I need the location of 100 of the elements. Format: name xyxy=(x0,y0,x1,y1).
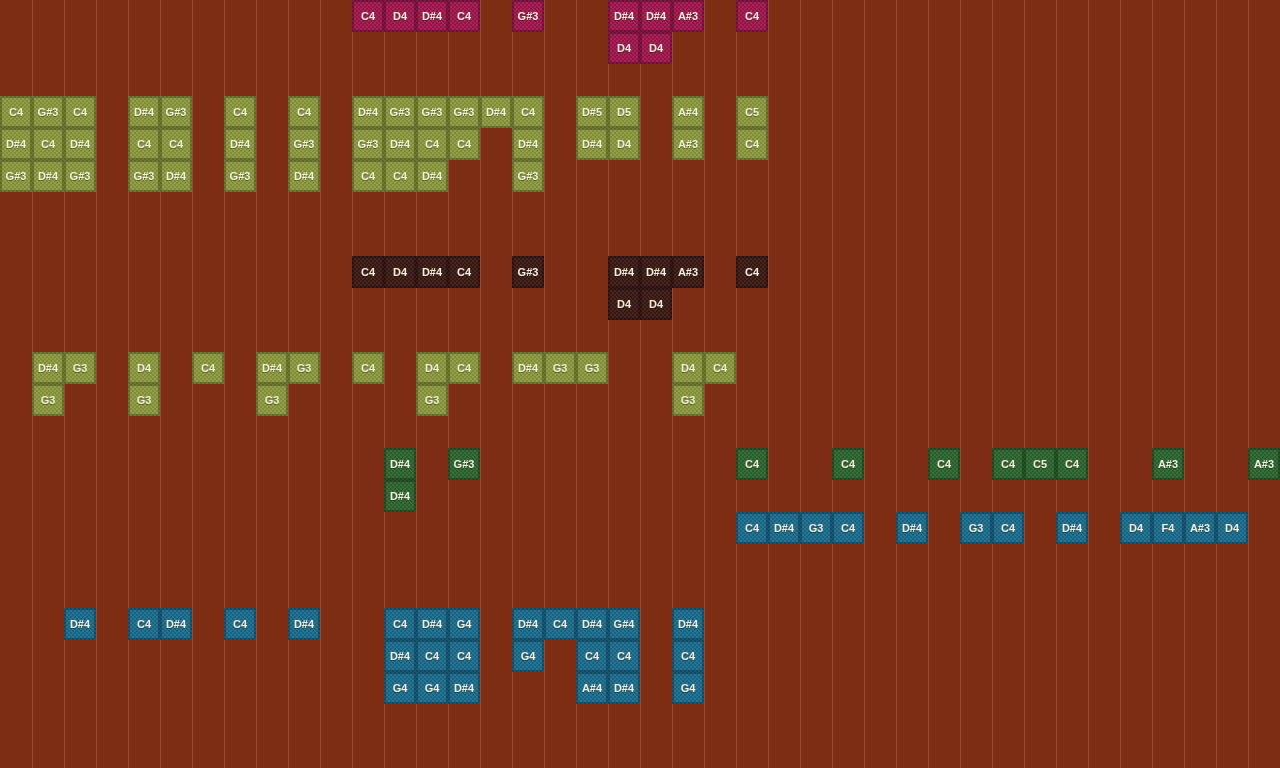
note-tile[interactable]: C4 xyxy=(576,640,608,672)
note-tile[interactable]: C4 xyxy=(512,96,544,128)
note-tile[interactable]: G#3 xyxy=(32,96,64,128)
note-tile[interactable]: D#4 xyxy=(32,352,64,384)
note-tile[interactable]: C4 xyxy=(736,0,768,32)
note-tile[interactable]: D4 xyxy=(608,128,640,160)
note-tile[interactable]: D#4 xyxy=(416,0,448,32)
note-tile[interactable]: D#4 xyxy=(768,512,800,544)
note-tile[interactable]: D#4 xyxy=(480,96,512,128)
note-tile[interactable]: G3 xyxy=(288,352,320,384)
note-tile[interactable]: G4 xyxy=(384,672,416,704)
note-tile[interactable]: C4 xyxy=(288,96,320,128)
note-tile[interactable]: C4 xyxy=(352,256,384,288)
note-tile[interactable]: C4 xyxy=(384,608,416,640)
note-tile[interactable]: C4 xyxy=(544,608,576,640)
note-tile[interactable]: D#4 xyxy=(576,128,608,160)
note-tile[interactable]: C4 xyxy=(416,128,448,160)
note-tile[interactable]: C5 xyxy=(736,96,768,128)
note-tile[interactable]: C4 xyxy=(448,0,480,32)
note-tile[interactable]: D#4 xyxy=(448,672,480,704)
note-tile[interactable]: C4 xyxy=(832,448,864,480)
note-tile[interactable]: G#3 xyxy=(512,256,544,288)
note-tile[interactable]: D4 xyxy=(384,256,416,288)
note-tile[interactable]: A#3 xyxy=(672,256,704,288)
note-tile[interactable]: D#4 xyxy=(384,448,416,480)
note-tile[interactable]: C4 xyxy=(32,128,64,160)
note-tile[interactable]: G3 xyxy=(576,352,608,384)
note-tile[interactable]: D#4 xyxy=(512,608,544,640)
note-tile[interactable]: G#3 xyxy=(512,0,544,32)
note-tile[interactable]: G3 xyxy=(416,384,448,416)
note-tile[interactable]: D4 xyxy=(1120,512,1152,544)
note-tile[interactable]: G3 xyxy=(960,512,992,544)
note-tile[interactable]: D4 xyxy=(640,32,672,64)
note-tile[interactable]: G#3 xyxy=(352,128,384,160)
note-tile[interactable]: D#4 xyxy=(416,160,448,192)
note-tile[interactable]: C4 xyxy=(128,128,160,160)
note-tile[interactable]: D4 xyxy=(608,32,640,64)
note-tile[interactable]: D#4 xyxy=(416,608,448,640)
note-tile[interactable]: C4 xyxy=(448,640,480,672)
note-tile[interactable]: G3 xyxy=(800,512,832,544)
note-tile[interactable]: A#4 xyxy=(672,96,704,128)
note-tile[interactable]: G#3 xyxy=(512,160,544,192)
note-tile[interactable]: D4 xyxy=(128,352,160,384)
note-tile[interactable]: C4 xyxy=(1056,448,1088,480)
note-tile[interactable]: D#4 xyxy=(640,0,672,32)
note-tile[interactable]: A#3 xyxy=(672,128,704,160)
note-tile[interactable]: D5 xyxy=(608,96,640,128)
note-tile[interactable]: D#4 xyxy=(608,0,640,32)
note-tile[interactable]: C4 xyxy=(384,160,416,192)
note-tile[interactable]: D#4 xyxy=(288,160,320,192)
note-tile[interactable]: C4 xyxy=(448,352,480,384)
note-tile[interactable]: C4 xyxy=(992,512,1024,544)
note-tile[interactable]: D#4 xyxy=(256,352,288,384)
note-tile[interactable]: D#4 xyxy=(384,128,416,160)
note-tile[interactable]: D4 xyxy=(640,288,672,320)
note-tile[interactable]: G#3 xyxy=(288,128,320,160)
note-tile[interactable]: C4 xyxy=(736,448,768,480)
note-tile[interactable]: G3 xyxy=(32,384,64,416)
note-tile[interactable]: C4 xyxy=(352,160,384,192)
note-tile[interactable]: G#3 xyxy=(64,160,96,192)
note-tile[interactable]: C4 xyxy=(608,640,640,672)
note-tile[interactable]: G#3 xyxy=(448,96,480,128)
note-tile[interactable]: C4 xyxy=(448,256,480,288)
note-tile[interactable]: C4 xyxy=(160,128,192,160)
note-tile[interactable]: C4 xyxy=(224,96,256,128)
note-tile[interactable]: C4 xyxy=(736,512,768,544)
note-tile[interactable]: A#3 xyxy=(1248,448,1280,480)
note-tile[interactable]: D#4 xyxy=(288,608,320,640)
note-tile[interactable]: D#4 xyxy=(608,672,640,704)
note-tile[interactable]: D#4 xyxy=(160,608,192,640)
note-tile[interactable]: D#4 xyxy=(160,160,192,192)
note-tile[interactable]: D#4 xyxy=(1056,512,1088,544)
note-tile[interactable]: A#3 xyxy=(1152,448,1184,480)
note-tile[interactable]: D#4 xyxy=(64,128,96,160)
note-tile[interactable]: D#4 xyxy=(32,160,64,192)
note-tile[interactable]: C4 xyxy=(352,0,384,32)
note-tile[interactable]: G4 xyxy=(416,672,448,704)
note-tile[interactable]: C4 xyxy=(672,640,704,672)
note-tile[interactable]: D#4 xyxy=(384,480,416,512)
note-tile[interactable]: C4 xyxy=(928,448,960,480)
note-tile[interactable]: G#4 xyxy=(608,608,640,640)
note-tile[interactable]: G#3 xyxy=(416,96,448,128)
note-tile[interactable]: G4 xyxy=(672,672,704,704)
note-tile[interactable]: D#4 xyxy=(64,608,96,640)
note-tile[interactable]: C4 xyxy=(224,608,256,640)
note-tile[interactable]: G#3 xyxy=(160,96,192,128)
note-tile[interactable]: C4 xyxy=(64,96,96,128)
note-tile[interactable]: D#4 xyxy=(384,640,416,672)
note-tile[interactable]: C4 xyxy=(992,448,1024,480)
note-tile[interactable]: G#3 xyxy=(224,160,256,192)
note-tile[interactable]: C4 xyxy=(448,128,480,160)
note-tile[interactable]: G3 xyxy=(256,384,288,416)
note-tile[interactable]: D#5 xyxy=(576,96,608,128)
note-tile[interactable]: D4 xyxy=(672,352,704,384)
note-tile[interactable]: G3 xyxy=(544,352,576,384)
note-tile[interactable]: C4 xyxy=(416,640,448,672)
note-tile[interactable]: D#4 xyxy=(576,608,608,640)
note-tile[interactable]: D#4 xyxy=(672,608,704,640)
note-tile[interactable]: C4 xyxy=(0,96,32,128)
note-tile[interactable]: G#3 xyxy=(448,448,480,480)
